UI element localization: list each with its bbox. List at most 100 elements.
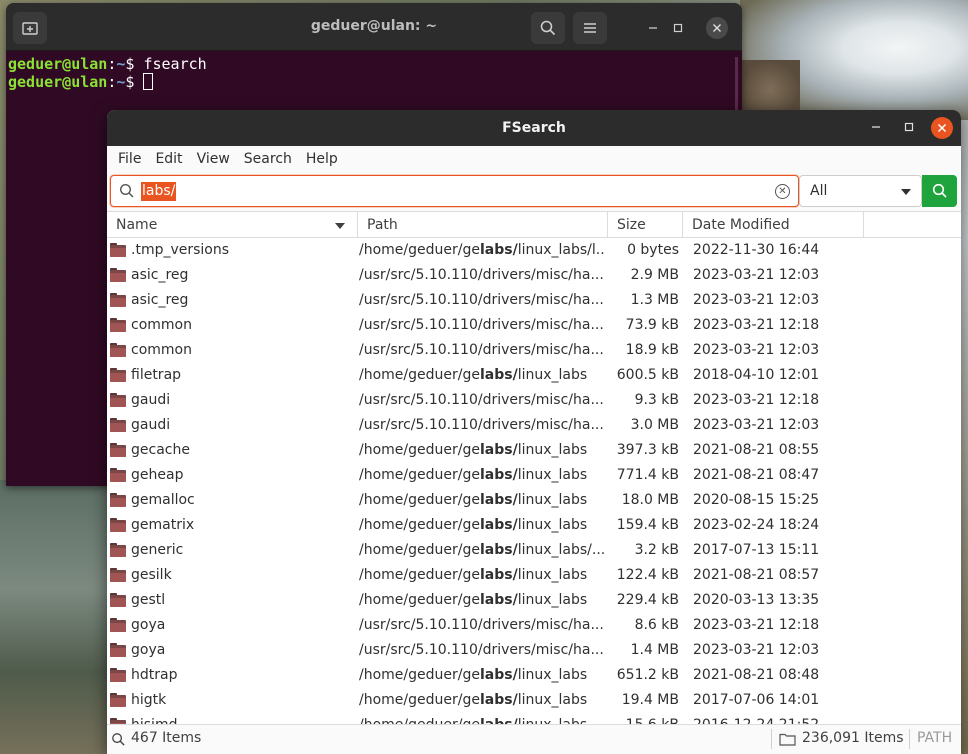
status-divider xyxy=(909,729,910,749)
cell-size: 159.4 kB xyxy=(616,517,679,533)
column-header-size[interactable]: Size xyxy=(608,212,682,238)
cell-date: 2023-03-21 12:03 xyxy=(693,642,820,658)
maximize-button[interactable] xyxy=(898,117,920,139)
search-button[interactable] xyxy=(922,175,957,207)
table-row[interactable]: gestl/home/geduer/gelabs/linux_labs 229.4… xyxy=(107,588,961,613)
hamburger-icon xyxy=(584,23,596,33)
table-row[interactable]: hdtrap/home/geduer/gelabs/linux_labs 651.… xyxy=(107,663,961,688)
cell-size: 771.4 kB xyxy=(616,467,679,483)
cell-name: gaudi xyxy=(131,417,171,433)
search-input[interactable]: labs/ ✕ xyxy=(110,175,799,207)
menu-search[interactable]: Search xyxy=(237,151,299,167)
column-path-label: Path xyxy=(367,217,398,233)
cell-date: 2020-08-15 15:25 xyxy=(693,492,820,508)
cell-path: /usr/src/5.10.110/drivers/misc/ha... xyxy=(359,642,604,658)
terminal-line: geduer@ulan:~$ xyxy=(8,73,740,91)
cell-path: /usr/src/5.10.110/drivers/misc/ha... xyxy=(359,292,604,308)
terminal-titlebar: geduer@ulan: ~ xyxy=(6,3,742,51)
cell-size: 229.4 kB xyxy=(616,592,679,608)
search-icon xyxy=(540,20,556,36)
cell-path: /home/geduer/gelabs/linux_labs/l... xyxy=(359,242,605,258)
cell-path: /home/geduer/gelabs/linux_labs xyxy=(359,667,588,683)
column-date-label: Date Modified xyxy=(692,217,790,233)
cell-date: 2022-11-30 16:44 xyxy=(693,242,820,258)
maximize-icon xyxy=(904,122,914,132)
cell-path: /home/geduer/gelabs/linux_labs/... xyxy=(359,542,605,558)
terminal-maximize-button[interactable] xyxy=(667,17,689,39)
cell-name: geheap xyxy=(131,467,184,483)
wallpaper-water xyxy=(0,480,110,754)
column-divider[interactable] xyxy=(863,212,864,238)
cell-size: 3.2 kB xyxy=(634,542,679,558)
cell-path: /home/geduer/gelabs/linux_labs xyxy=(359,692,588,708)
maximize-icon xyxy=(673,23,683,33)
cell-path: /home/geduer/gelabs/linux_labs xyxy=(359,467,588,483)
search-mode-indicator: PATH xyxy=(917,730,953,746)
cell-name: gestl xyxy=(131,592,166,608)
folder-icon xyxy=(110,543,126,557)
close-button[interactable] xyxy=(931,117,953,139)
minimize-button[interactable] xyxy=(865,117,887,139)
cell-name: gecache xyxy=(131,442,190,458)
terminal-search-button[interactable] xyxy=(531,12,565,44)
menu-view[interactable]: View xyxy=(190,151,237,167)
results-list[interactable]: .tmp_versions/home/geduer/gelabs/linux_l… xyxy=(107,238,961,726)
table-row[interactable]: gemalloc/home/geduer/gelabs/linux_labs 18… xyxy=(107,488,961,513)
folder-icon xyxy=(110,468,126,482)
terminal-close-button[interactable] xyxy=(706,17,728,39)
cell-size: 0 bytes xyxy=(627,242,679,258)
cell-date: 2017-07-06 14:01 xyxy=(693,692,820,708)
table-row[interactable]: gaudi/usr/src/5.10.110/drivers/misc/ha..… xyxy=(107,413,961,438)
status-bar: 467 Items 236,091 Items PATH xyxy=(107,724,961,754)
table-row[interactable]: generic/home/geduer/gelabs/linux_labs/..… xyxy=(107,538,961,563)
cell-path: /usr/src/5.10.110/drivers/misc/ha... xyxy=(359,342,604,358)
terminal-menu-button[interactable] xyxy=(573,12,607,44)
prompt-symbol: $ xyxy=(125,55,144,73)
filter-dropdown[interactable]: All xyxy=(799,175,922,207)
result-count: 467 Items xyxy=(131,730,202,746)
table-row[interactable]: gecache/home/geduer/gelabs/linux_labs 397… xyxy=(107,438,961,463)
menu-help[interactable]: Help xyxy=(299,151,345,167)
folder-icon xyxy=(110,693,126,707)
table-row[interactable]: gesilk/home/geduer/gelabs/linux_labs 122.… xyxy=(107,563,961,588)
cell-size: 18.9 kB xyxy=(625,342,679,358)
cell-date: 2023-03-21 12:03 xyxy=(693,342,820,358)
column-header-name[interactable]: Name xyxy=(107,212,357,238)
clear-search-icon[interactable]: ✕ xyxy=(775,184,790,199)
menu-edit[interactable]: Edit xyxy=(148,151,189,167)
cell-path: /home/geduer/gelabs/linux_labs xyxy=(359,492,588,508)
table-row[interactable]: filetrap/home/geduer/gelabs/linux_labs 60… xyxy=(107,363,961,388)
status-divider xyxy=(771,729,772,749)
table-row[interactable]: gaudi/usr/src/5.10.110/drivers/misc/ha..… xyxy=(107,388,961,413)
folder-icon xyxy=(110,643,126,657)
table-row[interactable]: gematrix/home/geduer/gelabs/linux_labs 15… xyxy=(107,513,961,538)
cell-path: /usr/src/5.10.110/drivers/misc/ha... xyxy=(359,317,604,333)
column-header-date[interactable]: Date Modified xyxy=(683,212,863,238)
table-row[interactable]: goya/usr/src/5.10.110/drivers/misc/ha...… xyxy=(107,613,961,638)
column-header-path[interactable]: Path xyxy=(358,212,607,238)
menu-file[interactable]: File xyxy=(111,151,148,167)
menu-bar: File Edit View Search Help xyxy=(107,146,961,172)
table-row[interactable]: geheap/home/geduer/gelabs/linux_labs 771.… xyxy=(107,463,961,488)
database-count: 236,091 Items xyxy=(802,730,904,746)
table-row[interactable]: goya/usr/src/5.10.110/drivers/misc/ha...… xyxy=(107,638,961,663)
terminal-minimize-button[interactable] xyxy=(642,17,664,39)
cell-name: common xyxy=(131,342,192,358)
cell-name: asic_reg xyxy=(131,267,189,283)
database-folder-icon xyxy=(779,733,796,746)
table-row[interactable]: .tmp_versions/home/geduer/gelabs/linux_l… xyxy=(107,238,961,263)
prompt-user: geduer@ulan xyxy=(8,55,108,73)
folder-icon xyxy=(110,243,126,257)
folder-icon xyxy=(110,518,126,532)
table-row[interactable]: asic_reg/usr/src/5.10.110/drivers/misc/h… xyxy=(107,288,961,313)
cell-size: 1.4 MB xyxy=(630,642,679,658)
table-row[interactable]: higtk/home/geduer/gelabs/linux_labs 19.4 … xyxy=(107,688,961,713)
terminal-title: geduer@ulan: ~ xyxy=(310,18,438,34)
fsearch-window: FSearch File Edit View Search Help labs/… xyxy=(107,110,961,754)
table-row[interactable]: asic_reg/usr/src/5.10.110/drivers/misc/h… xyxy=(107,263,961,288)
cell-size: 122.4 kB xyxy=(616,567,679,583)
terminal-output[interactable]: geduer@ulan:~$ fsearch geduer@ulan:~$ xyxy=(6,51,742,95)
cell-name: gesilk xyxy=(131,567,172,583)
table-row[interactable]: common/usr/src/5.10.110/drivers/misc/ha.… xyxy=(107,313,961,338)
table-row[interactable]: common/usr/src/5.10.110/drivers/misc/ha.… xyxy=(107,338,961,363)
